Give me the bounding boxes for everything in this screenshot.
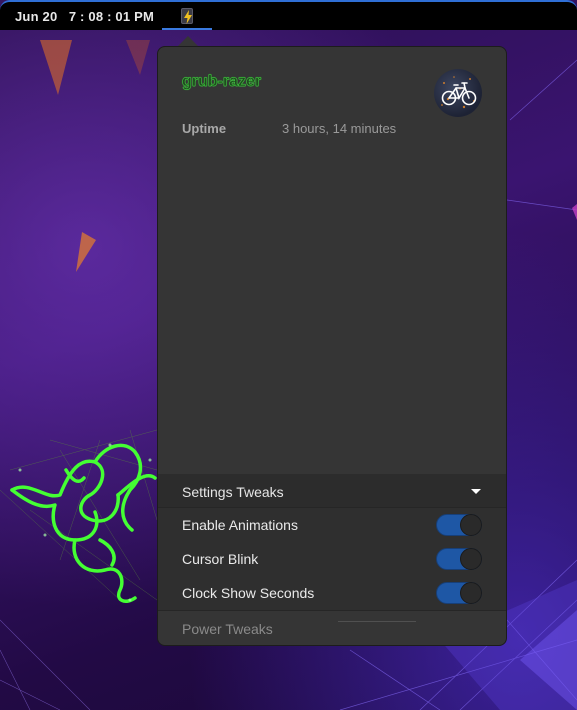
clock[interactable]: Jun 20 7 : 08 : 01 PM bbox=[15, 9, 154, 24]
top-bar: Jun 20 7 : 08 : 01 PM bbox=[0, 0, 577, 30]
battery-charging-icon bbox=[181, 8, 193, 24]
enable-animations-toggle[interactable] bbox=[436, 514, 482, 536]
system-menu-popover: grub-razer Uptime 3 hours, 14 minutes Se… bbox=[157, 46, 507, 646]
toggle-knob bbox=[460, 582, 482, 604]
enable-animations-row[interactable]: Enable Animations bbox=[158, 508, 506, 542]
power-tweaks-label: Power Tweaks bbox=[182, 621, 273, 637]
settings-tweaks-expander[interactable]: Settings Tweaks bbox=[158, 474, 506, 508]
popover-arrow bbox=[178, 36, 198, 46]
separator-line bbox=[338, 621, 416, 622]
toggle-knob bbox=[460, 548, 482, 570]
hostname: grub-razer bbox=[182, 73, 262, 90]
triangle-down-icon bbox=[471, 489, 481, 494]
clock-show-seconds-row[interactable]: Clock Show Seconds bbox=[158, 576, 506, 610]
cursor-blink-row[interactable]: Cursor Blink bbox=[158, 542, 506, 576]
clock-show-seconds-label: Clock Show Seconds bbox=[182, 585, 315, 601]
toggle-knob bbox=[460, 514, 482, 536]
power-tweaks-expander[interactable]: Power Tweaks bbox=[158, 610, 506, 645]
cursor-blink-toggle[interactable] bbox=[436, 548, 482, 570]
settings-tweaks-label: Settings Tweaks bbox=[182, 484, 284, 500]
user-avatar[interactable] bbox=[434, 69, 482, 117]
cursor-blink-label: Cursor Blink bbox=[182, 551, 259, 567]
uptime-label: Uptime bbox=[182, 121, 227, 136]
system-indicator[interactable] bbox=[162, 2, 212, 30]
enable-animations-label: Enable Animations bbox=[182, 517, 298, 533]
clock-show-seconds-toggle[interactable] bbox=[436, 582, 482, 604]
uptime-value: 3 hours, 14 minutes bbox=[282, 121, 397, 136]
settings-tweaks-list: Enable Animations Cursor Blink Clock Sho… bbox=[158, 508, 506, 610]
